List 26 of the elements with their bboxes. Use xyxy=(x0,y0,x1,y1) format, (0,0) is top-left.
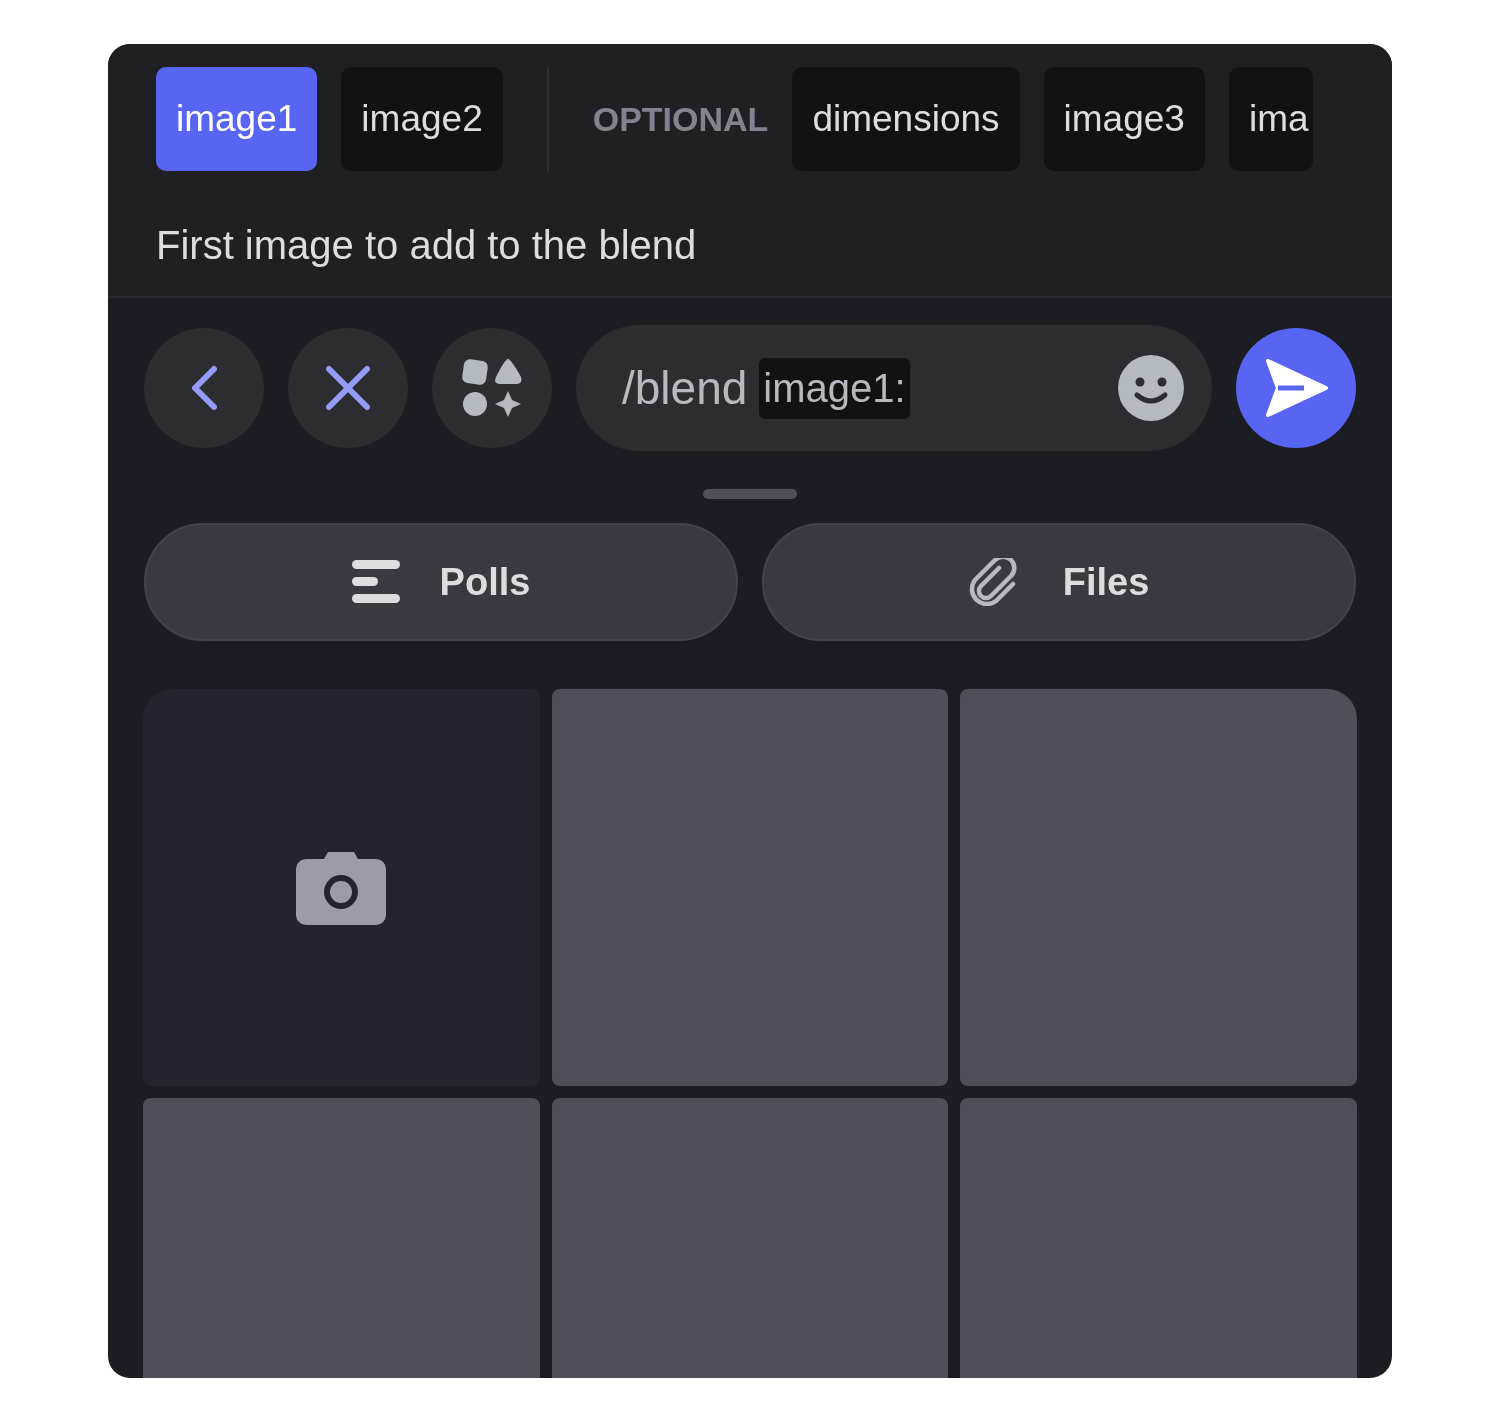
option-description: First image to add to the blend xyxy=(156,222,698,269)
drag-handle[interactable] xyxy=(703,489,797,499)
media-tile[interactable] xyxy=(143,1098,540,1378)
message-field[interactable]: /blend image1: xyxy=(576,325,1212,451)
media-tile[interactable] xyxy=(551,1098,949,1378)
camera-tile[interactable] xyxy=(143,689,540,1086)
polls-button[interactable]: Polls xyxy=(144,523,738,641)
section-label: OPTIONAL xyxy=(592,99,769,139)
media-tile[interactable] xyxy=(960,1098,1357,1378)
tab[interactable]: image1 xyxy=(156,67,318,171)
files-button[interactable]: Files xyxy=(762,523,1356,641)
media-tile[interactable] xyxy=(551,689,949,1086)
smiley-icon[interactable] xyxy=(1118,355,1184,421)
tab[interactable]: ima xyxy=(1228,67,1313,171)
list-icon xyxy=(351,560,400,604)
option-chip: image1: xyxy=(759,357,910,419)
media-tile[interactable] xyxy=(960,689,1357,1086)
tab[interactable]: image3 xyxy=(1043,67,1205,171)
tab[interactable]: dimensions xyxy=(792,67,1020,171)
camera-icon xyxy=(296,850,387,925)
tab[interactable]: image2 xyxy=(341,67,503,171)
command-text: /blend xyxy=(622,361,748,415)
send-icon xyxy=(1264,358,1328,418)
chevron-left-icon xyxy=(190,365,218,411)
shapes-icon xyxy=(461,357,523,419)
close-icon xyxy=(325,365,371,411)
